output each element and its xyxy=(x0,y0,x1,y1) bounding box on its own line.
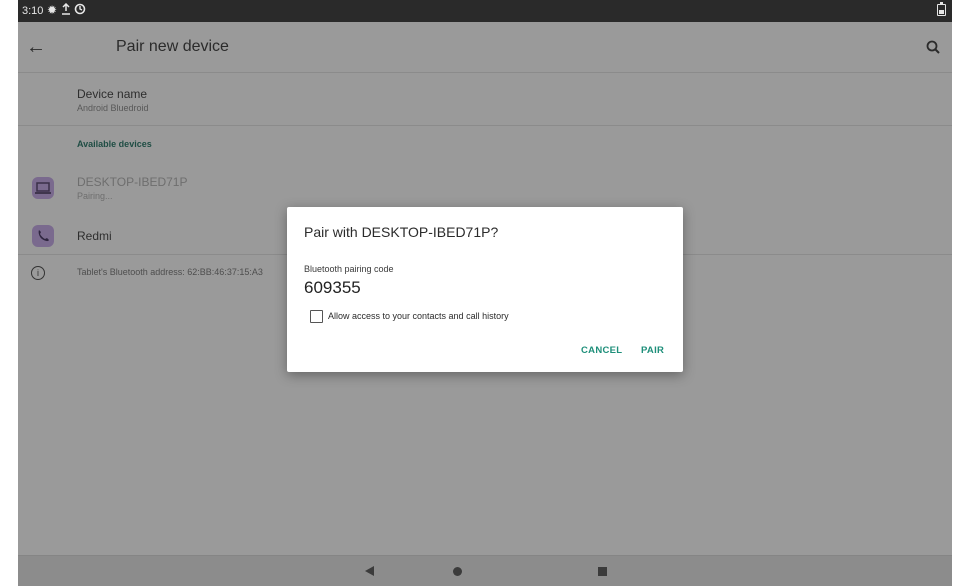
nav-back-icon[interactable] xyxy=(365,566,374,576)
phone-icon xyxy=(32,225,54,247)
battery-icon xyxy=(937,2,946,16)
pair-dialog: Pair with DESKTOP-IBED71P? Bluetooth pai… xyxy=(287,207,683,372)
device-status: Pairing... xyxy=(77,191,113,201)
status-time: 3:10 xyxy=(22,5,44,17)
laptop-icon xyxy=(32,177,54,199)
contacts-access-checkbox[interactable] xyxy=(310,310,323,323)
device-item-desktop[interactable]: DESKTOP-IBED71P Pairing... xyxy=(18,168,952,208)
status-bar: 3:10 ✹ xyxy=(18,0,952,22)
pairing-code-label: Bluetooth pairing code xyxy=(304,264,394,274)
info-icon: i xyxy=(31,266,45,280)
app-bar: ← Pair new device xyxy=(18,22,952,73)
cancel-button[interactable]: CANCEL xyxy=(581,345,622,356)
available-devices-header: Available devices xyxy=(77,139,152,149)
search-icon[interactable] xyxy=(924,38,944,58)
nav-home-icon[interactable] xyxy=(453,567,462,576)
contacts-access-label[interactable]: Allow access to your contacts and call h… xyxy=(328,311,509,321)
device-name-label: Device name xyxy=(77,87,148,101)
nav-recents-icon[interactable] xyxy=(598,567,607,576)
arrow-back-icon[interactable]: ← xyxy=(24,36,48,60)
gear-icon: ✹ xyxy=(46,3,58,17)
sync-icon xyxy=(74,3,86,17)
screen: 3:10 ✹ ← Pair new device Device name And… xyxy=(18,0,952,586)
device-name-value: Android Bluedroid xyxy=(77,103,149,113)
bluetooth-address-text: Tablet's Bluetooth address: 62:BB:46:37:… xyxy=(77,267,263,277)
device-name: Redmi xyxy=(77,229,112,243)
pairing-code: 609355 xyxy=(304,278,361,297)
dialog-title: Pair with DESKTOP-IBED71P? xyxy=(304,224,499,240)
device-name: DESKTOP-IBED71P xyxy=(77,175,188,189)
upload-icon xyxy=(60,2,72,17)
navigation-bar xyxy=(18,555,952,586)
pair-button[interactable]: PAIR xyxy=(641,345,664,356)
device-name-row[interactable]: Device name Android Bluedroid xyxy=(18,73,952,126)
page-title: Pair new device xyxy=(116,38,229,55)
